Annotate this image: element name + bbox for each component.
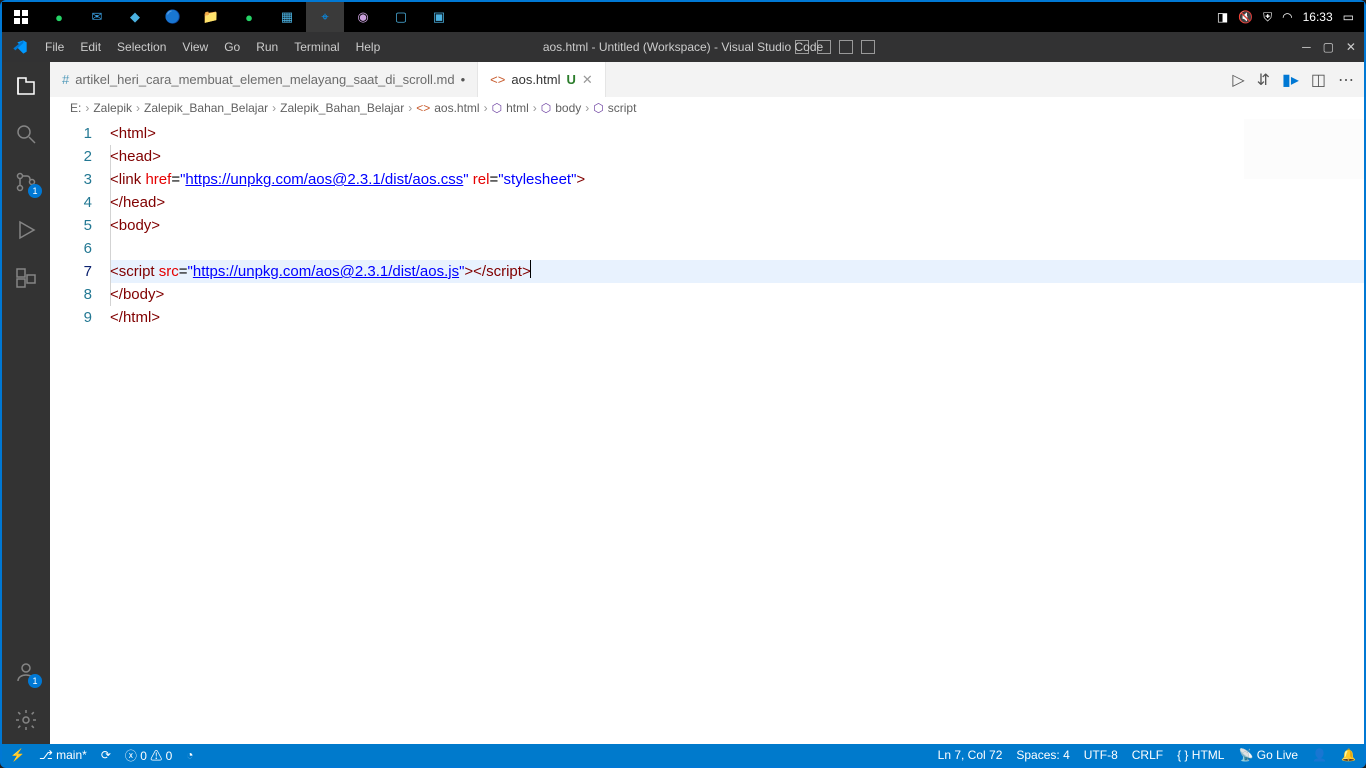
minimap[interactable] (1244, 119, 1364, 179)
explorer-icon[interactable] (12, 72, 40, 100)
taskbar-whatsapp-icon[interactable]: ● (40, 2, 78, 32)
crumb-symbol[interactable]: script (608, 101, 637, 115)
taskbar-explorer-icon[interactable]: 📁 (192, 2, 230, 32)
open-preview-icon[interactable]: ▮▸ (1282, 70, 1299, 90)
settings-gear-icon[interactable] (12, 706, 40, 734)
layout-customize-icon[interactable] (861, 40, 875, 54)
symbol-icon: ⬡ (541, 101, 551, 115)
wifi-icon[interactable]: ◠ (1282, 10, 1292, 24)
status-extra-icon[interactable]: ◔ (186, 748, 193, 762)
crumb-symbol[interactable]: body (555, 101, 581, 115)
taskbar-app2-icon[interactable]: ▦ (268, 2, 306, 32)
activity-bar: 1 1 (2, 62, 50, 744)
tab-label: aos.html (511, 72, 560, 87)
tab-aos-html[interactable]: <> aos.html U ✕ (478, 62, 606, 97)
html-file-icon: <> (490, 72, 505, 87)
tab-markdown-file[interactable]: # artikel_heri_cara_membuat_elemen_melay… (50, 62, 478, 97)
scm-badge: 1 (28, 184, 42, 198)
crumb-file[interactable]: aos.html (434, 101, 479, 115)
os-taskbar: ● ✉ ◆ 🔵 📁 ● ▦ ⌖ ◉ ▢ ▣ ◨ 🔇 ⛨ ◠ 16:33 ▭ (2, 2, 1364, 32)
menu-view[interactable]: View (174, 40, 216, 54)
crumb-drive[interactable]: E: (70, 101, 81, 115)
taskbar-app4-icon[interactable]: ▣ (420, 2, 458, 32)
git-branch[interactable]: ⎇ main* (39, 748, 87, 762)
taskbar-chrome-icon[interactable]: 🔵 (154, 2, 192, 32)
cursor-position[interactable]: Ln 7, Col 72 (938, 748, 1003, 762)
close-tab-icon[interactable]: ✕ (582, 72, 593, 88)
taskbar-vscode-icon[interactable]: ⌖ (306, 2, 344, 32)
minimize-button[interactable]: ─ (1302, 40, 1311, 54)
file-type-icon: <> (416, 101, 430, 115)
editor-group: # artikel_heri_cara_membuat_elemen_melay… (50, 62, 1364, 744)
menu-help[interactable]: Help (348, 40, 389, 54)
tabs-bar: # artikel_heri_cara_membuat_elemen_melay… (50, 62, 1364, 97)
feedback-icon[interactable]: 👤 (1312, 748, 1327, 762)
maximize-button[interactable]: ▢ (1323, 40, 1334, 54)
defender-icon[interactable]: ⛨ (1263, 10, 1272, 25)
eol[interactable]: CRLF (1132, 748, 1163, 762)
compare-changes-icon[interactable]: ⇵ (1257, 70, 1270, 90)
more-actions-icon[interactable]: ⋯ (1338, 70, 1354, 90)
title-bar: File Edit Selection View Go Run Terminal… (2, 32, 1364, 62)
problems[interactable]: ⓧ 0 ⚠ 0 (125, 747, 172, 764)
git-status-u: U (567, 72, 576, 87)
taskbar-github-icon[interactable]: ◉ (344, 2, 382, 32)
extensions-icon[interactable] (12, 264, 40, 292)
clock[interactable]: 16:33 (1303, 10, 1333, 24)
taskbar-app-icon[interactable]: ◆ (116, 2, 154, 32)
crumb-folder[interactable]: Zalepik_Bahan_Belajar (280, 101, 404, 115)
volume-mute-icon[interactable]: 🔇 (1238, 10, 1253, 24)
run-debug-icon[interactable] (12, 216, 40, 244)
vscode-logo-icon (2, 39, 37, 55)
text-editor[interactable]: 123456789 <html> <head> <link href="http… (50, 119, 1364, 744)
start-button[interactable] (2, 2, 40, 32)
menu-terminal[interactable]: Terminal (286, 40, 347, 54)
split-editor-icon[interactable]: ◫ (1311, 70, 1326, 90)
modified-dot: • (461, 72, 466, 87)
search-icon[interactable] (12, 120, 40, 148)
encoding[interactable]: UTF-8 (1084, 748, 1118, 762)
notifications-bell-icon[interactable]: 🔔 (1341, 748, 1356, 762)
go-live-button[interactable]: 📡 Go Live (1238, 748, 1298, 762)
notifications-icon[interactable]: ▭ (1343, 10, 1354, 24)
crumb-symbol[interactable]: html (506, 101, 529, 115)
menu-go[interactable]: Go (216, 40, 248, 54)
window-title: aos.html - Untitled (Workspace) - Visual… (543, 40, 823, 54)
symbol-icon: ⬡ (593, 101, 603, 115)
sync-icon[interactable]: ⟳ (101, 748, 111, 762)
menu-edit[interactable]: Edit (72, 40, 109, 54)
code-area[interactable]: <html> <head> <link href="https://unpkg.… (110, 119, 1364, 744)
source-control-icon[interactable]: 1 (12, 168, 40, 196)
menu-selection[interactable]: Selection (109, 40, 174, 54)
symbol-icon: ⬡ (492, 101, 502, 115)
accounts-icon[interactable]: 1 (12, 658, 40, 686)
taskbar-whatsapp2-icon[interactable]: ● (230, 2, 268, 32)
menu-bar: File Edit Selection View Go Run Terminal… (37, 40, 388, 54)
breadcrumbs[interactable]: E:› Zalepik› Zalepik_Bahan_Belajar› Zale… (50, 97, 1364, 119)
taskbar-app3-icon[interactable]: ▢ (382, 2, 420, 32)
taskbar-mail-icon[interactable]: ✉ (78, 2, 116, 32)
tray-icon[interactable]: ◨ (1217, 10, 1228, 24)
indentation[interactable]: Spaces: 4 (1016, 748, 1069, 762)
line-numbers: 123456789 (50, 119, 110, 744)
vscode-window: File Edit Selection View Go Run Terminal… (2, 32, 1364, 766)
run-file-icon[interactable]: ▷ (1232, 70, 1244, 90)
layout-sidebar-right-icon[interactable] (839, 40, 853, 54)
markdown-file-icon: # (62, 72, 69, 87)
menu-file[interactable]: File (37, 40, 72, 54)
menu-run[interactable]: Run (248, 40, 286, 54)
close-button[interactable]: ✕ (1346, 40, 1356, 54)
language-mode[interactable]: { } HTML (1177, 748, 1224, 762)
crumb-folder[interactable]: Zalepik (93, 101, 132, 115)
accounts-badge: 1 (28, 674, 42, 688)
status-bar: ⚡ ⎇ main* ⟳ ⓧ 0 ⚠ 0 ◔ Ln 7, Col 72 Space… (2, 744, 1364, 766)
tab-label: artikel_heri_cara_membuat_elemen_melayan… (75, 72, 454, 87)
crumb-folder[interactable]: Zalepik_Bahan_Belajar (144, 101, 268, 115)
remote-indicator[interactable]: ⚡ (10, 748, 25, 762)
